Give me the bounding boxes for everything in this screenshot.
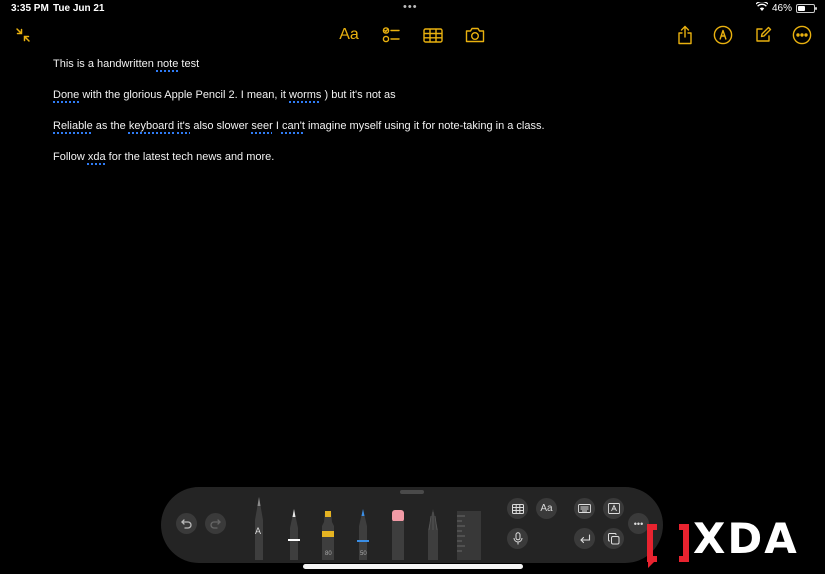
misspelled-word[interactable]: worms — [289, 89, 321, 101]
pencil-tool[interactable]: 50 — [355, 508, 371, 560]
compose-icon[interactable] — [753, 25, 773, 45]
note-text: for the latest tech news and more. — [105, 151, 275, 163]
note-body[interactable]: This is a handwritten note test Done with… — [53, 58, 545, 182]
ruler-tool[interactable] — [457, 511, 481, 560]
pen-tool[interactable] — [286, 508, 302, 560]
battery-icon — [796, 3, 817, 13]
note-text: with the glorious Apple Pencil 2. I mean… — [79, 89, 290, 101]
more-icon[interactable] — [791, 24, 813, 46]
pencil-tool-label: 50 — [360, 551, 367, 557]
misspelled-word[interactable]: keyboard — [129, 120, 174, 132]
note-text: also slower — [190, 120, 252, 132]
home-indicator[interactable] — [303, 564, 523, 569]
collapse-icon[interactable] — [14, 26, 32, 44]
status-time: 3:35 PM — [11, 3, 49, 14]
misspelled-word[interactable]: seer — [251, 120, 272, 132]
palette-grabber[interactable] — [400, 490, 424, 494]
text-box-icon[interactable] — [603, 498, 624, 519]
eraser-tool[interactable] — [390, 508, 406, 560]
status-bar: 3:35 PM Tue Jun 21 ••• 46% — [0, 0, 825, 18]
note-text: ) but it's not as — [321, 89, 396, 101]
palette-format-button[interactable]: Aa — [536, 498, 557, 519]
handwriting-tool-label: A — [255, 526, 262, 536]
note-text: I — [272, 120, 282, 132]
note-line[interactable]: Done with the glorious Apple Pencil 2. I… — [53, 89, 545, 120]
note-text: as the — [92, 120, 129, 132]
camera-icon[interactable] — [464, 25, 486, 45]
copy-icon[interactable] — [603, 528, 624, 549]
keyboard-icon[interactable] — [574, 498, 595, 519]
highlighter-tool[interactable]: 80 — [320, 508, 336, 560]
status-date: Tue Jun 21 — [53, 3, 105, 14]
battery-percent: 46% — [771, 2, 792, 14]
lasso-tool[interactable] — [425, 508, 441, 560]
note-text: This is a handwritten — [53, 58, 157, 70]
multitasking-dots[interactable]: ••• — [403, 1, 418, 13]
misspelled-word[interactable]: Reliable — [53, 120, 93, 132]
note-line[interactable]: This is a handwritten note test — [53, 58, 545, 89]
undo-icon[interactable] — [176, 513, 197, 534]
misspelled-word[interactable]: note — [157, 58, 178, 70]
insert-table-icon[interactable] — [507, 498, 528, 519]
misspelled-word[interactable]: it's — [177, 120, 190, 132]
microphone-icon[interactable] — [507, 528, 528, 549]
return-icon[interactable] — [574, 528, 595, 549]
note-text: imagine myself using it for note-taking … — [304, 120, 545, 132]
markup-pencil-icon[interactable] — [712, 24, 734, 46]
note-line[interactable]: Follow xda for the latest tech news and … — [53, 151, 545, 182]
note-line[interactable]: Reliable as the keyboard it's also slowe… — [53, 120, 545, 151]
table-icon[interactable] — [422, 26, 443, 44]
wifi-icon — [755, 0, 769, 14]
redo-icon[interactable] — [205, 513, 226, 534]
format-text-button[interactable]: Aa — [336, 24, 362, 46]
xda-logo-text: XDA — [693, 514, 799, 563]
handwriting-tool[interactable]: A — [251, 496, 267, 560]
misspelled-word[interactable]: xda — [88, 151, 106, 163]
highlighter-tool-label: 80 — [325, 551, 332, 557]
misspelled-word[interactable]: Done — [53, 89, 79, 101]
note-text: Follow — [53, 151, 88, 163]
misspelled-word[interactable]: can't — [282, 120, 305, 132]
note-text: test — [178, 58, 200, 70]
share-icon[interactable] — [675, 24, 695, 46]
checklist-icon[interactable] — [381, 25, 401, 45]
